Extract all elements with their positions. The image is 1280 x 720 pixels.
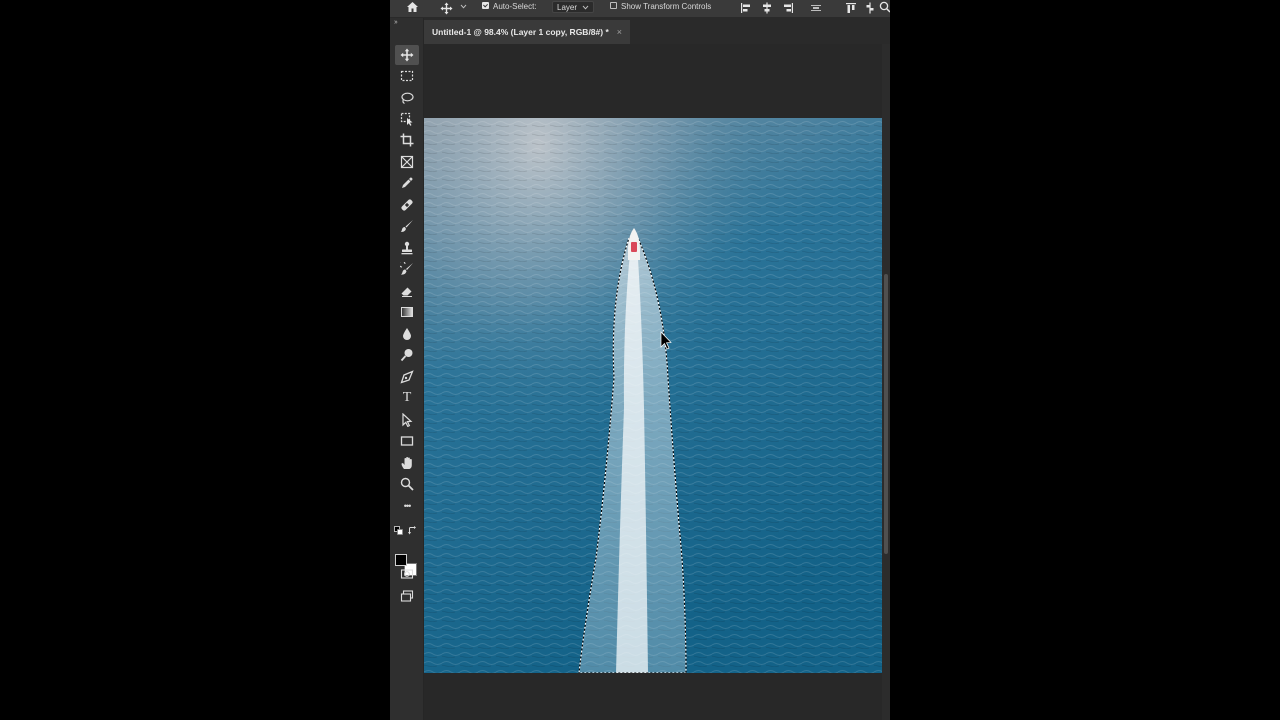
canvas-image-aerial-speedboat[interactable] — [424, 118, 882, 673]
document-tab[interactable]: Untitled-1 @ 98.4% (Layer 1 copy, RGB/8#… — [424, 20, 631, 44]
distribute-icon[interactable] — [810, 2, 822, 16]
more-tools-glyph: ••• — [403, 501, 412, 511]
rectangle-tool-icon[interactable] — [395, 431, 419, 451]
show-transform-controls-label: Show Transform Controls — [621, 2, 712, 11]
vertical-scrollbar[interactable] — [882, 44, 890, 720]
swap-colors-icon[interactable] — [408, 522, 417, 540]
path-selection-icon[interactable] — [395, 410, 419, 430]
blur-icon[interactable] — [395, 324, 419, 344]
align-horizontal-centers-icon[interactable] — [761, 2, 773, 16]
auto-select-target-dropdown[interactable]: Layer — [552, 1, 594, 13]
chevron-down-icon[interactable] — [460, 3, 467, 12]
edit-toolbar-icon[interactable]: ••• — [395, 496, 419, 516]
options-bar: Auto-Select: Layer Show Transform Contro… — [390, 0, 890, 18]
auto-select-target-value: Layer — [557, 2, 578, 12]
object-selection-icon[interactable] — [395, 109, 419, 129]
default-colors-icon[interactable] — [394, 522, 403, 540]
document-workspace[interactable] — [424, 44, 882, 720]
auto-select-checkbox[interactable] — [482, 2, 489, 9]
tools-panel: ›› T ••• — [390, 18, 424, 720]
align-left-edges-icon[interactable] — [740, 2, 752, 16]
search-icon[interactable] — [879, 1, 890, 15]
dodge-icon[interactable] — [395, 345, 419, 365]
type-tool-icon[interactable]: T — [395, 388, 419, 408]
eyedropper-icon[interactable] — [395, 173, 419, 193]
hand-icon[interactable] — [395, 453, 419, 473]
photoshop-window: Auto-Select: Layer Show Transform Contro… — [390, 0, 890, 720]
move-tool-preset-icon[interactable] — [440, 2, 453, 17]
rectangular-marquee-icon[interactable] — [395, 66, 419, 86]
move-tool-icon[interactable] — [395, 45, 419, 65]
type-tool-glyph: T — [402, 390, 412, 405]
document-tab-title: Untitled-1 @ 98.4% (Layer 1 copy, RGB/8#… — [432, 27, 609, 37]
scrollbar-thumb[interactable] — [884, 274, 888, 554]
foreground-color-swatch[interactable] — [395, 554, 407, 566]
auto-select-label: Auto-Select: — [493, 2, 537, 11]
quick-mask-icon[interactable] — [395, 564, 419, 584]
clone-stamp-icon[interactable] — [395, 238, 419, 258]
align-top-edges-icon[interactable] — [845, 2, 857, 16]
screen-mode-icon[interactable] — [395, 586, 419, 606]
eraser-icon[interactable] — [395, 281, 419, 301]
frame-icon[interactable] — [395, 152, 419, 172]
brush-icon[interactable] — [395, 216, 419, 236]
collapse-panel-icon[interactable]: ›› — [394, 19, 398, 26]
lasso-icon[interactable] — [395, 88, 419, 108]
crop-icon[interactable] — [395, 130, 419, 150]
healing-brush-icon[interactable] — [395, 195, 419, 215]
show-transform-controls-checkbox[interactable] — [610, 2, 617, 9]
gradient-icon[interactable] — [395, 302, 419, 322]
speedboat-photo — [424, 118, 882, 673]
zoom-icon[interactable] — [395, 474, 419, 494]
history-brush-icon[interactable] — [395, 259, 419, 279]
align-right-edges-icon[interactable] — [782, 2, 794, 16]
home-icon[interactable] — [406, 1, 419, 15]
close-tab-icon[interactable]: × — [617, 27, 622, 37]
align-vertical-centers-icon[interactable] — [864, 2, 876, 16]
document-tab-bar: Untitled-1 @ 98.4% (Layer 1 copy, RGB/8#… — [424, 18, 890, 44]
pen-icon[interactable] — [395, 367, 419, 387]
dropdown-chevron-icon — [582, 5, 589, 10]
